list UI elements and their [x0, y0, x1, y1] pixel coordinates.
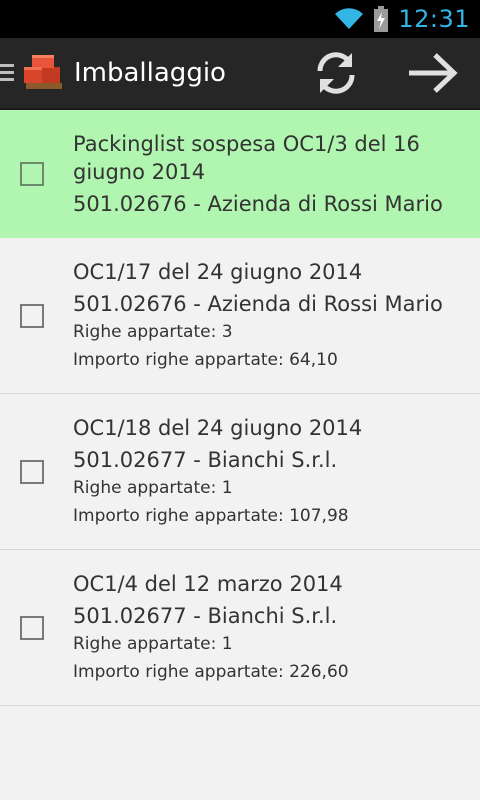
item-title: Packinglist sospesa OC1/3 del 16 giugno … — [73, 132, 420, 184]
item-rows: Righe appartate: 1 — [73, 633, 233, 654]
item-subtitle: 501.02676 - Azienda di Rossi Mario — [73, 192, 443, 216]
item-subtitle: 501.02677 - Bianchi S.r.l. — [73, 603, 338, 628]
item-subtitle: 501.02677 - Bianchi S.r.l. — [73, 447, 338, 472]
item-title: OC1/18 del 24 giugno 2014 — [73, 415, 363, 440]
status-clock: 12:31 — [398, 5, 470, 33]
page-title: Imballaggio — [74, 58, 226, 88]
list-item[interactable]: OC1/4 del 12 marzo 2014 501.02677 - Bian… — [0, 550, 480, 706]
item-title: OC1/17 del 24 giugno 2014 — [73, 259, 363, 284]
battery-charging-icon — [374, 6, 389, 32]
packinglist-list: Packinglist sospesa OC1/3 del 16 giugno … — [0, 110, 480, 800]
item-rows: Righe appartate: 1 — [73, 477, 233, 498]
menu-icon[interactable] — [0, 62, 16, 84]
item-checkbox[interactable] — [20, 459, 44, 484]
item-amount: Importo righe appartate: 64,10 — [73, 349, 338, 370]
item-amount: Importo righe appartate: 226,60 — [73, 661, 349, 682]
item-rows: Righe appartate: 3 — [73, 321, 233, 342]
item-checkbox[interactable] — [20, 615, 44, 640]
wifi-icon — [335, 8, 364, 30]
refresh-icon — [317, 52, 355, 94]
status-bar: 12:31 — [0, 0, 480, 38]
item-subtitle: 501.02676 - Azienda di Rossi Mario — [73, 291, 443, 316]
refresh-button[interactable] — [288, 37, 384, 109]
item-checkbox[interactable] — [20, 303, 44, 328]
action-bar: Imballaggio — [0, 38, 480, 110]
list-item[interactable]: Packinglist sospesa OC1/3 del 16 giugno … — [0, 110, 480, 238]
list-item[interactable]: OC1/17 del 24 giugno 2014 501.02676 - Az… — [0, 238, 480, 394]
item-title: OC1/4 del 12 marzo 2014 — [73, 571, 343, 596]
item-checkbox[interactable] — [20, 162, 44, 186]
item-amount: Importo righe appartate: 107,98 — [73, 505, 349, 526]
arrow-right-icon — [409, 53, 458, 93]
next-button[interactable] — [384, 37, 480, 109]
boxes-logo-icon[interactable] — [22, 53, 64, 93]
list-item[interactable]: OC1/18 del 24 giugno 2014 501.02677 - Bi… — [0, 394, 480, 550]
